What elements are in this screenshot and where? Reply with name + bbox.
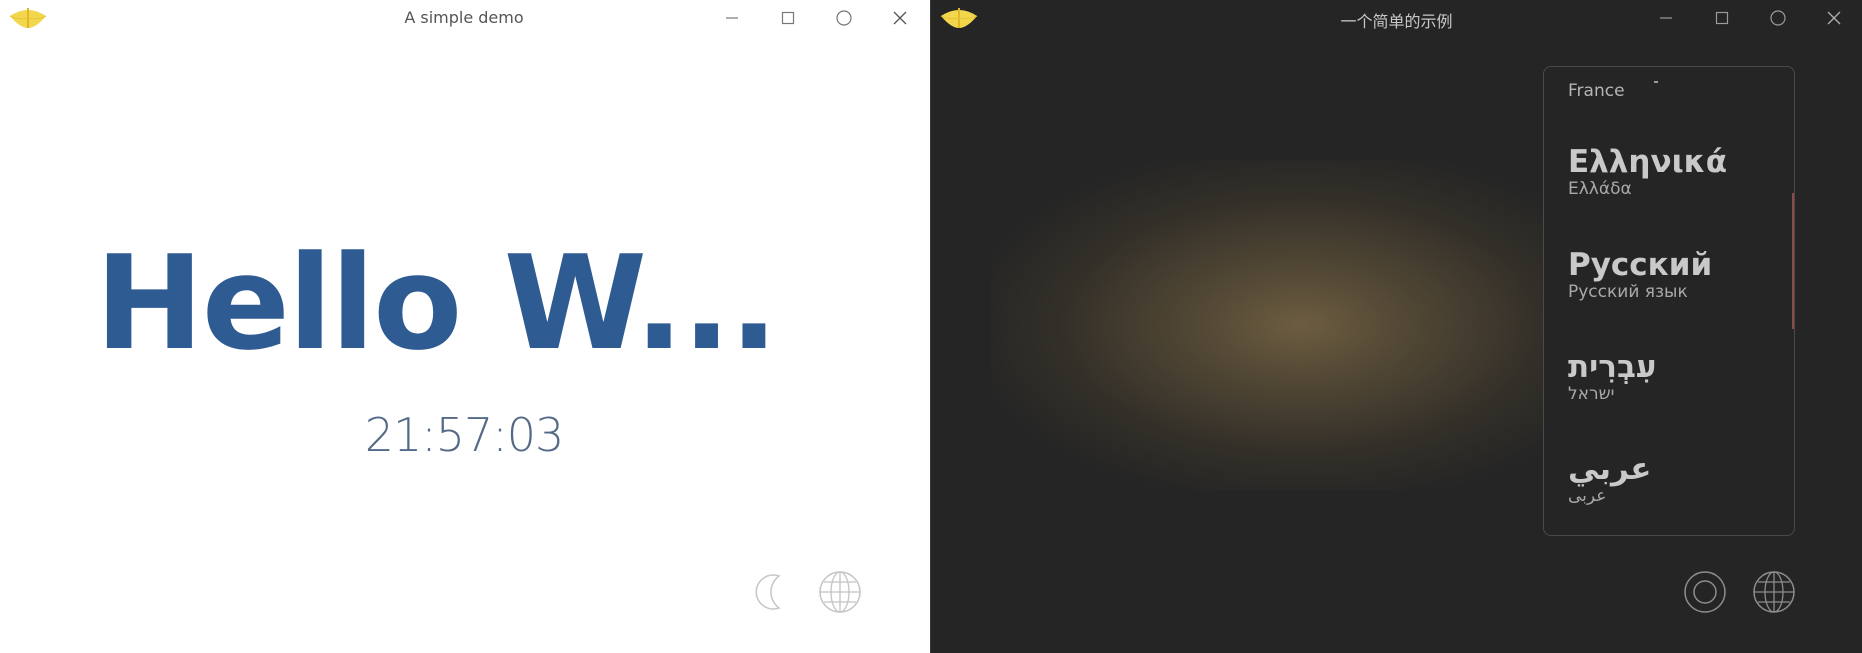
hello-heading: Hello W... xyxy=(95,227,779,379)
list-item-arabic[interactable]: عربي عربى xyxy=(1568,452,1788,506)
caption-buttons xyxy=(704,0,928,36)
circle-button[interactable] xyxy=(1750,0,1806,36)
language-button[interactable] xyxy=(818,570,862,614)
circle-icon xyxy=(836,10,852,26)
close-icon xyxy=(893,11,907,25)
list-item-hebrew[interactable]: עִבְרִית ישראל xyxy=(1568,350,1788,404)
maximize-icon xyxy=(781,11,795,25)
language-name: Русский xyxy=(1568,247,1713,283)
scroll-tick xyxy=(1654,81,1658,83)
clock-display: 21:57:03 xyxy=(364,408,565,462)
record-button[interactable] xyxy=(1683,570,1727,614)
maximize-button[interactable] xyxy=(1694,0,1750,36)
language-region: Ελλάδα xyxy=(1568,179,1632,200)
moon-icon xyxy=(755,574,781,610)
minimize-button[interactable] xyxy=(704,0,760,36)
globe-icon xyxy=(819,571,861,613)
maximize-icon xyxy=(1715,11,1729,25)
background-glow xyxy=(991,160,1611,490)
light-window: A simple demo Hello W... 21:57:03 xyxy=(0,0,928,653)
circle-icon xyxy=(1770,10,1786,26)
maximize-button[interactable] xyxy=(760,0,816,36)
language-name: עִבְרִית xyxy=(1568,349,1657,385)
scrollbar-accent[interactable] xyxy=(1792,193,1794,329)
close-icon xyxy=(1827,11,1841,25)
minimize-icon xyxy=(1660,17,1672,19)
caption-buttons xyxy=(1638,0,1862,36)
language-list[interactable]: France Ελληνικά Ελλάδα Русский Русский я… xyxy=(1543,66,1795,536)
language-region: ישראל xyxy=(1568,384,1615,405)
language-button[interactable] xyxy=(1752,570,1796,614)
minimize-icon xyxy=(726,17,738,19)
partial-list-item-region[interactable]: France xyxy=(1568,81,1625,101)
title-bar[interactable]: 一个简单的示例 xyxy=(931,0,1862,36)
title-bar[interactable]: A simple demo xyxy=(0,0,928,36)
language-region: عربى xyxy=(1568,486,1607,507)
ring-icon xyxy=(1684,571,1726,613)
minimize-button[interactable] xyxy=(1638,0,1694,36)
language-region: Русский язык xyxy=(1568,282,1688,303)
language-name: عربي xyxy=(1568,451,1652,487)
globe-icon xyxy=(1753,571,1795,613)
dark-window: 一个简单的示例 France Ελληνικά Ελλάδα Русский Р… xyxy=(930,0,1862,653)
close-button[interactable] xyxy=(872,0,928,36)
theme-toggle-button[interactable] xyxy=(749,570,793,614)
circle-button[interactable] xyxy=(816,0,872,36)
list-item-russian[interactable]: Русский Русский язык xyxy=(1568,248,1788,302)
close-button[interactable] xyxy=(1806,0,1862,36)
list-item-greek[interactable]: Ελληνικά Ελλάδα xyxy=(1568,145,1788,199)
language-name: Ελληνικά xyxy=(1568,144,1727,180)
